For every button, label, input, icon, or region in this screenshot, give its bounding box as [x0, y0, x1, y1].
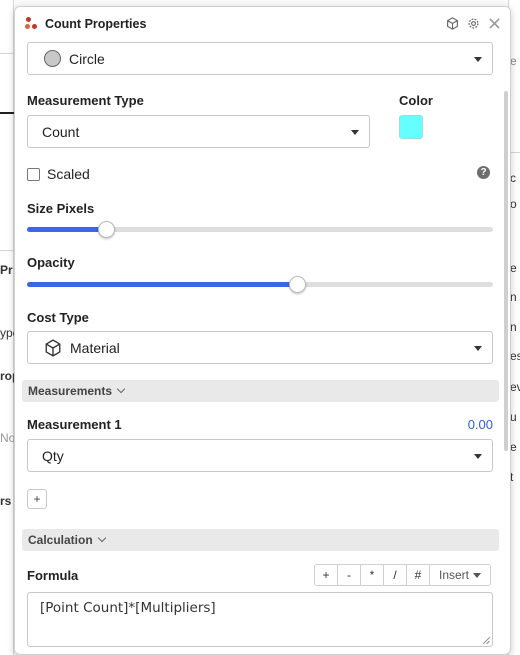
- divider: [0, 250, 14, 251]
- size-pixels-label: Size Pixels: [27, 201, 95, 216]
- measurement-1-value: 0.00: [467, 417, 493, 432]
- opacity-slider[interactable]: [27, 276, 493, 293]
- divider: [0, 53, 14, 54]
- add-operator-button[interactable]: +: [315, 565, 338, 585]
- bg-fragment: u: [510, 410, 517, 424]
- scaled-label: Scaled: [47, 166, 90, 182]
- calculation-section-header[interactable]: Calculation: [22, 529, 499, 551]
- bg-fragment: Pr: [0, 263, 13, 277]
- slider-fill: [27, 227, 107, 232]
- bg-fragment: No: [0, 431, 14, 445]
- gear-icon[interactable]: [466, 16, 481, 31]
- cost-type-label: Cost Type: [27, 310, 89, 325]
- formula-label: Formula: [27, 568, 79, 583]
- measurements-section-label: Measurements: [28, 384, 113, 398]
- panel-titlebar[interactable]: Count Properties: [15, 7, 510, 41]
- chevron-down-icon: [473, 572, 481, 578]
- formula-operator-toolbar: + - * / # Insert: [314, 564, 491, 586]
- bg-fragment: n: [510, 320, 517, 334]
- chevron-down-icon: [474, 345, 482, 351]
- bg-fragment: rs: [0, 494, 12, 508]
- panel-scrollbar[interactable]: [504, 91, 508, 451]
- divide-operator-button[interactable]: /: [384, 565, 407, 585]
- measurement-1-unit-dropdown[interactable]: Qty: [27, 439, 493, 472]
- shape-value: Circle: [69, 50, 105, 67]
- bg-fragment: e: [510, 261, 517, 275]
- chevron-down-icon: [474, 453, 482, 459]
- add-measurement-button[interactable]: +: [27, 489, 47, 509]
- panel-title: Count Properties: [45, 17, 147, 31]
- measurements-section-header[interactable]: Measurements: [22, 380, 499, 402]
- color-label: Color: [399, 93, 433, 108]
- resize-grip-icon[interactable]: [482, 636, 490, 644]
- bg-fragment: n: [510, 290, 517, 304]
- slider-thumb[interactable]: [98, 221, 116, 238]
- scaled-checkbox[interactable]: [27, 168, 40, 181]
- measurement-1-unit-value: Qty: [42, 447, 64, 464]
- calculation-section-label: Calculation: [28, 533, 93, 547]
- circle-icon: [44, 50, 61, 67]
- divider: [0, 112, 14, 114]
- cost-type-value: Material: [70, 339, 120, 356]
- formula-textarea[interactable]: [Point Count]*[Multipliers]: [27, 592, 493, 647]
- chevron-down-icon: [474, 56, 482, 62]
- cube-icon: [44, 338, 62, 357]
- multiply-operator-button[interactable]: *: [361, 565, 384, 585]
- slider-thumb[interactable]: [289, 276, 307, 293]
- opacity-label: Opacity: [27, 255, 75, 270]
- insert-dropdown[interactable]: Insert: [430, 565, 490, 585]
- number-operator-button[interactable]: #: [407, 565, 430, 585]
- bg-fragment: c: [510, 171, 516, 185]
- bg-fragment: t: [510, 470, 514, 484]
- bg-fragment: ev: [510, 380, 520, 394]
- measurement-1-label: Measurement 1: [27, 417, 122, 432]
- bg-fragment: rop: [0, 369, 14, 383]
- measurement-type-label: Measurement Type: [27, 93, 144, 108]
- bg-fragment: es: [510, 349, 520, 363]
- bg-fragment: e: [510, 440, 517, 454]
- app-logo-icon: [25, 17, 39, 31]
- color-swatch[interactable]: [399, 115, 423, 139]
- formula-value: [Point Count]*[Multipliers]: [40, 600, 216, 616]
- insert-label: Insert: [438, 568, 469, 582]
- chevron-down-icon: [97, 533, 106, 543]
- close-icon[interactable]: [487, 16, 502, 31]
- help-icon[interactable]: ?: [477, 166, 490, 179]
- bg-fragment: ype: [0, 326, 14, 340]
- cube-icon[interactable]: [445, 16, 460, 31]
- chevron-down-icon: [116, 384, 126, 394]
- bg-fragment: e: [510, 54, 517, 68]
- bg-fragment: o: [510, 197, 517, 211]
- subtract-operator-button[interactable]: -: [338, 565, 361, 585]
- cost-type-dropdown[interactable]: Material: [27, 331, 493, 364]
- shape-dropdown[interactable]: Circle: [27, 42, 493, 75]
- slider-fill: [27, 282, 298, 287]
- measurement-type-dropdown[interactable]: Count: [27, 115, 370, 148]
- measurement-type-value: Count: [42, 123, 80, 140]
- size-pixels-slider[interactable]: [27, 221, 493, 238]
- count-properties-panel: Count Properties Circle Measurement Type…: [14, 6, 511, 655]
- chevron-down-icon: [351, 129, 359, 135]
